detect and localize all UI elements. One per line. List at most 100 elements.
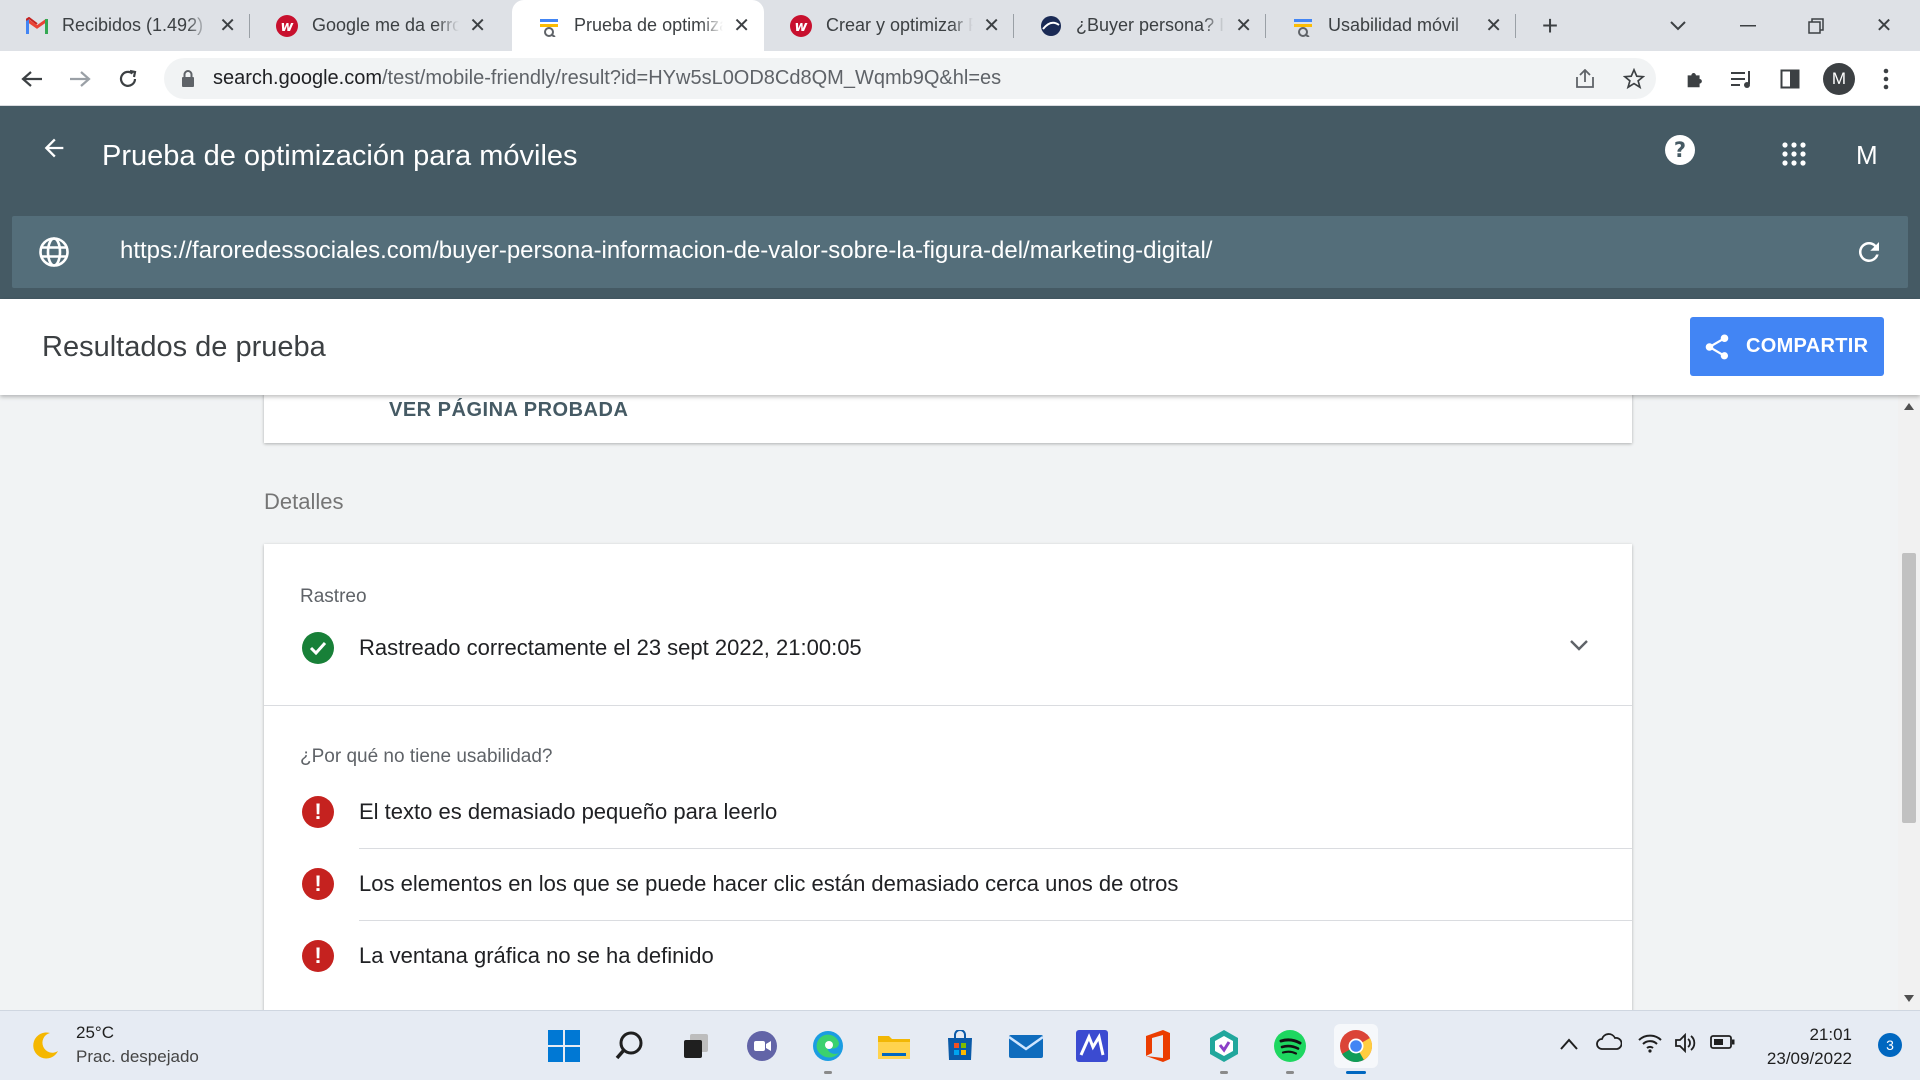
check-circle-icon (302, 632, 334, 664)
results-content: VER PÁGINA PROBADA Detalles Rastreo Rast… (0, 395, 1898, 1010)
browser-tab-strip: Recibidos (1.492) - ✕ w Google me da err… (0, 0, 1920, 51)
app-header: Prueba de optimización para móviles ? M … (0, 106, 1920, 299)
globe-icon (38, 236, 70, 273)
back-arrow-icon[interactable] (40, 134, 68, 167)
moon-icon (33, 1032, 58, 1059)
screenshot-card: VER PÁGINA PROBADA (264, 395, 1632, 443)
notification-badge[interactable]: 3 (1878, 1033, 1902, 1057)
start-button[interactable] (542, 1024, 586, 1068)
close-tab-icon[interactable]: ✕ (469, 13, 486, 38)
browser-toolbar: search.google.com/test/mobile-friendly/r… (0, 51, 1920, 106)
tray-overflow-chevron-icon[interactable] (1560, 1033, 1578, 1056)
clock-date: 23/09/2022 (1766, 1049, 1852, 1068)
teams-chat-icon[interactable] (740, 1024, 784, 1068)
tested-url-input[interactable]: https://faroredessociales.com/buyer-pers… (120, 237, 1212, 265)
close-window-button[interactable]: ✕ (1856, 0, 1912, 51)
taskbar-search-icon[interactable] (608, 1024, 652, 1068)
close-tab-icon[interactable]: ✕ (219, 13, 236, 38)
scroll-down-arrow-icon[interactable] (1904, 995, 1914, 1002)
browser-tab-webnode-error[interactable]: w Google me da error ✕ (250, 0, 500, 51)
gmail-icon (26, 15, 48, 37)
windows-taskbar: 25°C Prac. despejado 21:01 23/09/2022 3 (0, 1010, 1920, 1080)
tab-title: Crear y optimizar R (826, 15, 974, 35)
address-bar[interactable]: search.google.com/test/mobile-friendly/r… (164, 58, 1656, 99)
volume-icon[interactable] (1674, 1032, 1700, 1059)
new-tab-button[interactable]: + (1522, 0, 1578, 51)
system-clock[interactable]: 21:01 23/09/2022 (1767, 1023, 1852, 1071)
usability-issue-row[interactable]: ! La ventana gráfica no se ha definido (264, 920, 1632, 992)
mathpix-icon[interactable] (1070, 1024, 1114, 1068)
usability-issue-row[interactable]: ! Los elementos en los que se puede hace… (264, 848, 1632, 920)
spotify-icon[interactable] (1268, 1024, 1312, 1074)
app-title: Prueba de optimización para móviles (102, 140, 578, 172)
browser-tab-webnode-rss[interactable]: w Crear y optimizar R ✕ (764, 0, 1014, 51)
error-icon: ! (302, 796, 334, 828)
close-tab-icon[interactable]: ✕ (983, 13, 1000, 38)
restore-button[interactable] (1788, 0, 1844, 51)
chrome-icon[interactable] (1334, 1024, 1378, 1074)
details-heading: Detalles (264, 489, 344, 514)
scroll-up-arrow-icon[interactable] (1904, 403, 1914, 410)
minimize-button[interactable] (1720, 0, 1776, 51)
weather-condition: Prac. despejado (76, 1047, 199, 1066)
tab-title: Google me da error (312, 15, 460, 35)
tested-url-bar[interactable]: https://faroredessociales.com/buyer-pers… (12, 216, 1908, 288)
expand-chevron-icon[interactable] (1570, 638, 1588, 656)
view-tested-page-link[interactable]: VER PÁGINA PROBADA (389, 399, 628, 422)
share-page-icon[interactable] (1568, 61, 1604, 97)
side-panel-icon[interactable] (1772, 61, 1808, 97)
file-explorer-icon[interactable] (872, 1024, 916, 1068)
url-path: /test/mobile-friendly/result?id=HYw5sL0O… (381, 67, 1002, 89)
close-tab-icon[interactable]: ✕ (733, 13, 750, 38)
url-host: search.google.com (213, 67, 382, 89)
scrollbar-thumb[interactable] (1902, 553, 1916, 823)
close-tab-icon[interactable]: ✕ (1485, 13, 1502, 38)
browser-tab-buyer-persona[interactable]: ¿Buyer persona? Inf ✕ (1014, 0, 1266, 51)
svg-text:?: ? (1674, 138, 1686, 162)
close-tab-icon[interactable]: ✕ (1235, 13, 1252, 38)
error-icon: ! (302, 868, 334, 900)
security-shield-icon[interactable] (1202, 1024, 1246, 1074)
weather-temp: 25°C (76, 1023, 114, 1042)
clock-time: 21:01 (1809, 1025, 1852, 1044)
office-icon[interactable] (1136, 1024, 1180, 1068)
wifi-icon[interactable] (1638, 1033, 1662, 1059)
help-icon[interactable]: ? (1664, 134, 1696, 171)
crawl-label: Rastreo (300, 586, 367, 607)
profile-avatar[interactable]: M (1823, 63, 1855, 95)
tab-search-chevron-icon[interactable] (1650, 0, 1706, 51)
share-button[interactable]: COMPARTIR (1690, 317, 1884, 376)
task-view-icon[interactable] (674, 1024, 718, 1068)
forward-button[interactable] (62, 61, 98, 97)
usability-label: ¿Por qué no tiene usabilidad? (300, 746, 553, 767)
share-icon (1705, 334, 1729, 359)
account-initial[interactable]: M (1856, 140, 1878, 171)
crawl-status-row[interactable]: Rastreado correctamente el 23 sept 2022,… (264, 612, 1632, 684)
tab-title: ¿Buyer persona? Inf (1076, 15, 1226, 35)
browser-tab-gmail[interactable]: Recibidos (1.492) - ✕ (0, 0, 250, 51)
usability-issue-row[interactable]: ! El texto es demasiado pequeño para lee… (264, 776, 1632, 848)
svg-text:w: w (281, 19, 294, 35)
reload-button[interactable] (110, 61, 146, 97)
page-scrollbar[interactable] (1898, 395, 1920, 1010)
edge-browser-icon[interactable] (806, 1024, 850, 1074)
media-control-icon[interactable] (1724, 61, 1760, 97)
retest-reload-icon[interactable] (1854, 237, 1884, 272)
extensions-puzzle-icon[interactable] (1677, 61, 1713, 97)
battery-icon[interactable] (1710, 1033, 1736, 1056)
browser-tab-usability[interactable]: Usabilidad móvil ✕ (1266, 0, 1516, 51)
microsoft-store-icon[interactable] (938, 1024, 982, 1068)
lock-icon (181, 70, 195, 92)
search-console-icon (538, 15, 560, 37)
browser-menu-icon[interactable] (1868, 61, 1904, 97)
onedrive-cloud-icon[interactable] (1596, 1033, 1623, 1057)
results-header: Resultados de prueba COMPARTIR (0, 299, 1920, 395)
details-card: Rastreo Rastreado correctamente el 23 se… (264, 544, 1632, 1010)
issue-text: El texto es demasiado pequeño para leerl… (359, 799, 778, 824)
back-button[interactable] (14, 61, 50, 97)
tab-title: Prueba de optimiza (574, 15, 724, 35)
bookmark-star-icon[interactable] (1616, 61, 1652, 97)
browser-tab-mobile-test[interactable]: Prueba de optimiza ✕ (512, 0, 764, 51)
mail-icon[interactable] (1004, 1024, 1048, 1068)
apps-grid-icon[interactable] (1782, 142, 1806, 171)
